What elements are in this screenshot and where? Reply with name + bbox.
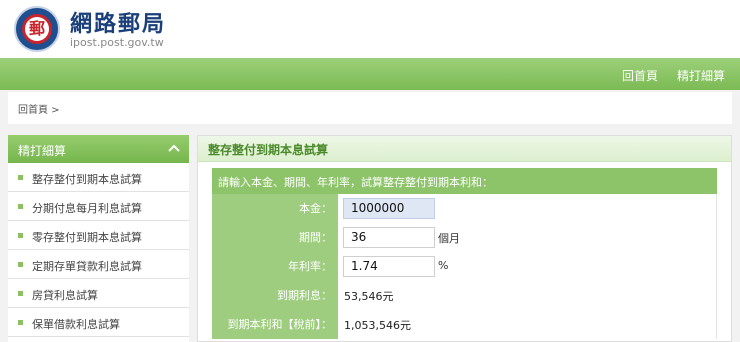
sidebar-item-label: 房貸利息試算 [32,289,98,302]
sidebar-item-deposit-loan[interactable]: 定期存單貸款利息試算 [8,250,189,279]
sidebar-item-label: 定期存單貸款利息試算 [32,260,142,273]
bullet-icon [18,233,23,238]
sidebar-item-label: 分期付息每月利息試算 [32,202,142,215]
sidebar-item-label: 保單借款利息試算 [32,318,120,331]
sidebar-item-label: 零存整付到期本息試算 [32,231,142,244]
sidebar-item-installment-savings[interactable]: 零存整付到期本息試算 [8,221,189,250]
top-nav: 回首頁 精打細算 [0,58,740,90]
bullet-icon [18,320,23,325]
breadcrumb-bar: 回首頁 > [8,92,732,124]
principal-label: 本金： [212,194,338,223]
panel-title: 整存整付到期本息試算 [208,143,329,157]
sidebar-item-policy-loan[interactable]: 保單借款利息試算 [8,308,189,337]
period-unit: 個月 [438,232,460,245]
sidebar-title: 精打細算 [18,144,67,158]
total-label: 到期本利和【稅前】： [212,310,338,339]
sidebar-item-fixed-deposit[interactable]: 整存整付到期本息試算 [8,163,189,192]
bullet-icon [18,291,23,296]
logo-ring: 郵 [22,14,52,44]
rate-input[interactable]: 1.74 [343,256,435,277]
interest-cell: 53,546元 [338,281,717,310]
nav-calculators-link[interactable]: 精打細算 [677,67,725,84]
interest-label: 到期利息： [212,281,338,310]
principal-cell: 1000000 [338,194,717,223]
site-url: ipost.post.gov.tw [70,36,164,49]
sidebar-item-monthly-interest[interactable]: 分期付息每月利息試算 [8,192,189,221]
sidebar: 精打細算 整存整付到期本息試算 分期付息每月利息試算 零存整付到期本息試算 定期… [8,135,189,342]
post-logo-icon[interactable]: 郵 [14,6,60,52]
nav-home-link[interactable]: 回首頁 [622,67,658,84]
principal-row: 本金： 1000000 [212,194,717,223]
interest-result: 53,546元 [344,290,394,303]
instruction-bar: 請輸入本金、期間、年利率，試算整存整付到期本利和： [212,168,717,194]
panel-header: 整存整付到期本息試算 [198,136,731,162]
total-row: 到期本利和【稅前】： 1,053,546元 [212,310,717,339]
sidebar-header[interactable]: 精打細算 [8,135,189,163]
total-cell: 1,053,546元 [338,310,717,339]
bullet-icon [18,175,23,180]
rate-label: 年利率： [212,252,338,281]
site-header: 郵 網路郵局 ipost.post.gov.tw [0,0,740,58]
total-result: 1,053,546元 [344,319,411,332]
period-cell: 36 個月 [338,223,717,252]
rate-row: 年利率： 1.74 % [212,252,717,281]
period-row: 期間： 36 個月 [212,223,717,252]
logo-glyph: 郵 [28,19,45,38]
period-input[interactable]: 36 [343,227,435,248]
site-title[interactable]: 網路郵局 [70,6,166,38]
breadcrumb[interactable]: 回首頁 > [18,101,60,116]
sidebar-item-label: 整存整付到期本息試算 [32,173,142,186]
instruction-text: 請輸入本金、期間、年利率，試算整存整付到期本利和： [218,176,493,189]
chevron-up-icon[interactable] [165,140,183,158]
rate-cell: 1.74 % [338,252,717,281]
principal-input[interactable]: 1000000 [343,198,435,219]
sidebar-item-mortgage[interactable]: 房貸利息試算 [8,279,189,308]
calculator-panel: 整存整付到期本息試算 請輸入本金、期間、年利率，試算整存整付到期本利和： 本金：… [197,135,732,342]
bullet-icon [18,262,23,267]
period-label: 期間： [212,223,338,252]
rate-unit: % [438,259,449,272]
bullet-icon [18,204,23,209]
interest-row: 到期利息： 53,546元 [212,281,717,310]
